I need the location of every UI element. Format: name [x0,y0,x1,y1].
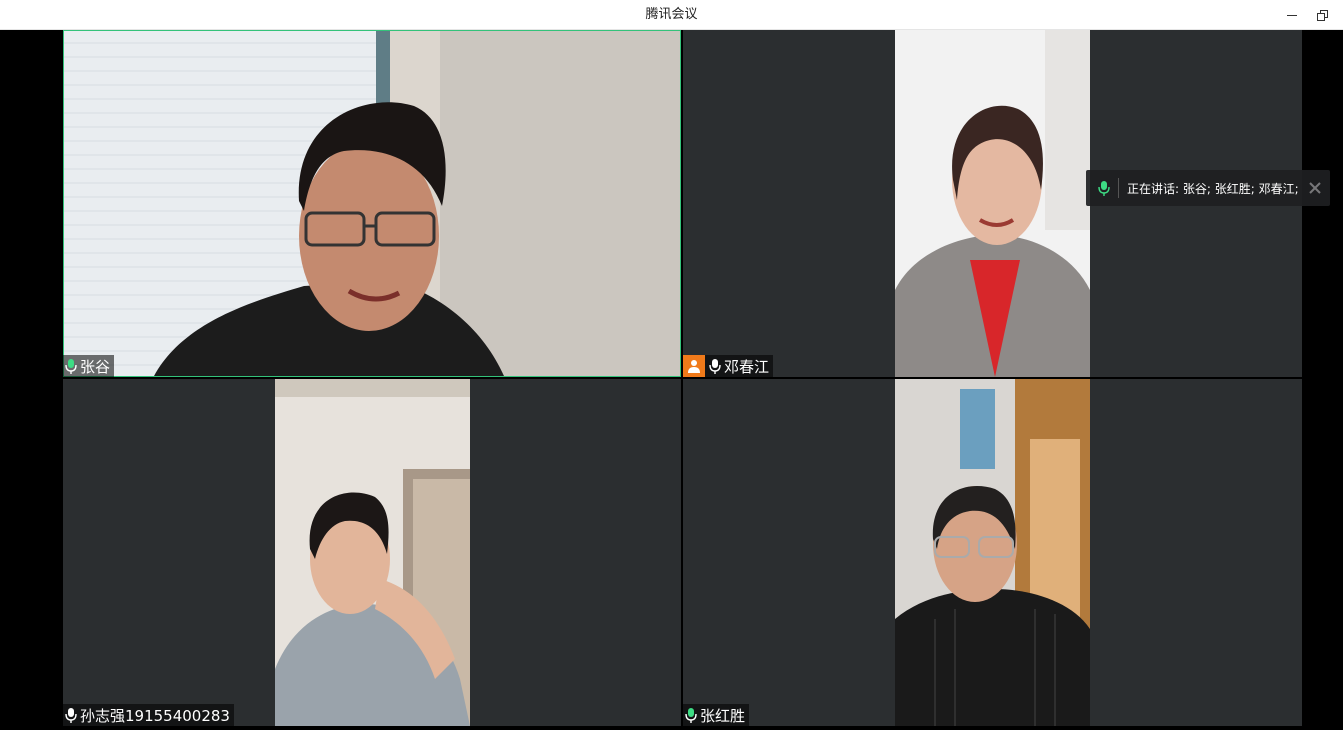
speaking-text: 正在讲话: 张谷; 张红胜; 邓春江; [1127,181,1299,196]
nametag: 张谷 [63,355,115,377]
mic-on-icon [65,708,77,723]
mic-speaking-icon [1098,181,1110,196]
nametag: 张红胜 [683,704,750,726]
participant-video [895,379,1090,726]
window-title: 腾讯会议 [645,7,698,22]
nametag: 孙志强19155400283 [63,704,234,726]
nametag: 邓春江 [683,355,774,377]
window-titlebar: 腾讯会议 [0,0,1343,30]
close-icon[interactable] [1308,181,1322,195]
video-gallery: 张谷 邓春江 孙志强19155400283 张红胜 正在讲话: 张谷; 张红胜;… [0,30,1343,730]
mic-on-icon [685,708,697,723]
host-icon [683,355,705,377]
mic-on-icon [709,359,721,374]
minimize-icon [1287,14,1297,16]
participant-video [895,30,1090,377]
restore-button[interactable] [1307,0,1337,30]
restore-icon [1317,10,1328,21]
video-tile-zhanghongsheng[interactable]: 张红胜 [683,379,1302,726]
participant-name: 邓春江 [724,357,770,376]
minimize-button[interactable] [1277,0,1307,30]
mic-on-icon [65,359,77,374]
video-tile-zhanggu[interactable]: 张谷 [63,30,681,377]
participant-name: 孙志强19155400283 [80,706,230,725]
participant-name: 张红胜 [700,706,746,725]
participant-name: 张谷 [80,357,111,376]
participant-video [275,379,470,726]
speaking-indicator: 正在讲话: 张谷; 张红胜; 邓春江; [1086,170,1330,206]
participant-video [64,31,680,376]
video-tile-sunzhiqiang[interactable]: 孙志强19155400283 [63,379,681,726]
